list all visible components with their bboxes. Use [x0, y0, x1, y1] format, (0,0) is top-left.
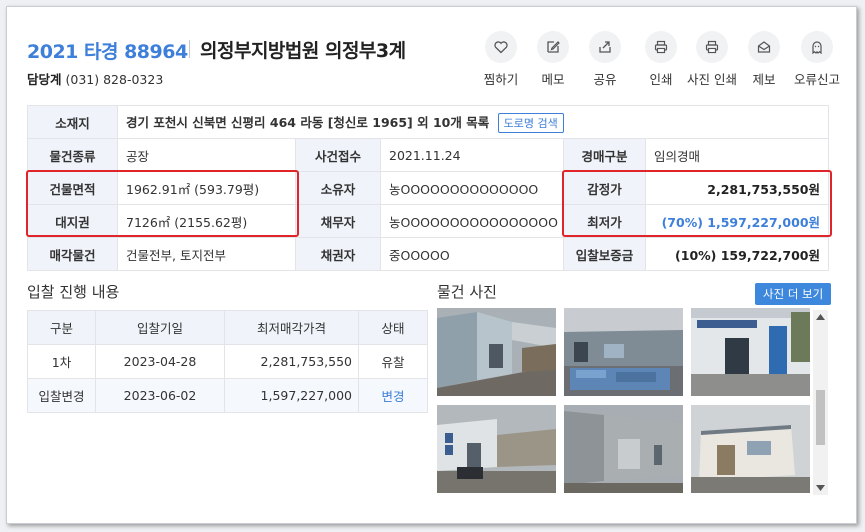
property-photo-6[interactable] — [691, 405, 810, 493]
land-right-value: 7126㎡ (2155.62평) — [117, 204, 296, 238]
photo-print-button[interactable]: 사진 인쇄 — [686, 31, 738, 88]
info-row-type: 물건종류 공장 사건접수 2021.11.24 경매구분 임의경매 — [27, 138, 830, 172]
property-info-table: 소재지 경기 포천시 신북면 신평리 464 라동 [청신로 1965] 외 1… — [27, 105, 830, 271]
case-number: 2021 타경 88964 — [27, 41, 188, 63]
print-label: 인쇄 — [649, 72, 673, 87]
photo-print-label: 사진 인쇄 — [687, 72, 737, 87]
contact-label: 담당계 — [27, 72, 62, 87]
memo-label: 메모 — [541, 72, 565, 87]
received-label: 사건접수 — [295, 138, 381, 172]
favorite-button[interactable]: 찜하기 — [475, 31, 527, 88]
creditor-label: 채권자 — [295, 237, 381, 271]
info-row-location: 소재지 경기 포천시 신북면 신평리 464 라동 [청신로 1965] 외 1… — [27, 105, 830, 139]
chevron-up-icon — [816, 314, 825, 320]
building-area-label: 건물면적 — [27, 171, 118, 205]
scrollbar-thumb[interactable] — [816, 390, 825, 445]
owner-value: 농OOOOOOOOOOOOOO — [380, 171, 564, 205]
debtor-label: 채무자 — [295, 204, 381, 238]
share-label: 공유 — [593, 72, 617, 87]
scroll-down-arrow[interactable] — [813, 481, 828, 495]
bidding-col-round: 구분 — [27, 310, 96, 345]
heart-icon — [494, 41, 508, 54]
deposit-label: 입찰보증금 — [563, 237, 646, 271]
chevron-down-icon — [816, 485, 825, 491]
bid-price: 1,597,227,000 — [224, 378, 359, 413]
location-value: 경기 포천시 신북면 신평리 464 라동 [청신로 1965] 외 10개 목… — [126, 114, 490, 130]
memo-button[interactable]: 메모 — [527, 31, 579, 88]
contact-info: 담당계 (031) 828-0323 — [27, 69, 163, 88]
land-right-label: 대지권 — [27, 204, 118, 238]
min-price-label: 최저가 — [563, 204, 646, 238]
report-icon — [757, 41, 771, 53]
table-row: 입찰변경 2023-06-02 1,597,227,000 변경 — [27, 378, 428, 413]
sale-item-label: 매각물건 — [27, 237, 118, 271]
bid-date: 2023-06-02 — [95, 378, 225, 413]
property-photo-1[interactable] — [437, 308, 556, 396]
error-report-button[interactable]: 오류신고 — [791, 31, 843, 88]
photo-scrollbar[interactable] — [813, 310, 828, 495]
photo-print-icon — [705, 40, 719, 54]
bidding-section-title: 입찰 진행 내용 — [27, 283, 120, 301]
auction-type-value: 임의경매 — [644, 138, 830, 172]
report-button[interactable]: 제보 — [738, 31, 790, 88]
location-label: 소재지 — [27, 105, 118, 139]
print-button[interactable]: 인쇄 — [635, 31, 687, 88]
info-row-building: 건물면적 1962.91㎡ (593.79평) 소유자 농OOOOOOOOOOO… — [27, 171, 830, 205]
property-photo-3[interactable] — [691, 308, 810, 396]
sale-item-value: 건물전부, 토지전부 — [117, 237, 296, 271]
location-cell: 경기 포천시 신북면 신평리 464 라동 [청신로 1965] 외 10개 목… — [116, 105, 830, 139]
auction-type-label: 경매구분 — [563, 138, 646, 172]
appraisal-value: 2,281,753,550원 — [644, 171, 830, 205]
appraisal-label: 감정가 — [563, 171, 646, 205]
bidding-table: 구분 입찰기일 최저매각가격 상태 1차 2023-04-28 2,281,75… — [27, 310, 428, 413]
court-name: 의정부지방법원 의정부3계 — [200, 40, 406, 62]
bid-price: 2,281,753,550 — [224, 344, 359, 379]
type-label: 물건종류 — [27, 138, 118, 172]
info-row-land: 대지권 7126㎡ (2155.62평) 채무자 농OOOOOOOOOOOOOO… — [27, 204, 830, 238]
bid-status: 유찰 — [358, 344, 428, 379]
info-row-sale: 매각물건 건물전부, 토지전부 채권자 중OOOOO 입찰보증금 (10%) 1… — [27, 237, 830, 271]
table-row: 1차 2023-04-28 2,281,753,550 유찰 — [27, 344, 428, 379]
print-icon — [654, 40, 668, 54]
favorite-label: 찜하기 — [483, 72, 519, 87]
bid-date: 2023-04-28 — [95, 344, 225, 379]
bid-round: 입찰변경 — [27, 378, 96, 413]
property-photo-4[interactable] — [437, 405, 556, 493]
road-search-button[interactable]: 도로명 검색 — [497, 112, 564, 133]
bidding-col-status: 상태 — [358, 310, 428, 345]
bidding-col-date: 입찰기일 — [95, 310, 225, 345]
photos-section-title: 물건 사진 — [437, 283, 497, 301]
min-price-value: (70%) 1,597,227,000원 — [644, 204, 830, 238]
type-value: 공장 — [117, 138, 296, 172]
debtor-value: 농OOOOOOOOOOOOOOOO — [380, 204, 564, 238]
property-photo-5[interactable] — [564, 405, 683, 493]
contact-phone: (031) 828-0323 — [65, 72, 164, 87]
bidding-col-price: 최저매각가격 — [224, 310, 359, 345]
auction-detail-panel: 2021 타경 88964 의정부지방법원 의정부3계 담당계 (031) 82… — [6, 6, 857, 524]
share-icon — [599, 41, 611, 53]
received-value: 2021.11.24 — [380, 138, 564, 172]
property-photo-2[interactable] — [564, 308, 683, 396]
building-area-value: 1962.91㎡ (593.79평) — [117, 171, 296, 205]
bid-round: 1차 — [27, 344, 96, 379]
error-report-icon — [812, 41, 822, 55]
share-button[interactable]: 공유 — [579, 31, 631, 88]
owner-label: 소유자 — [295, 171, 381, 205]
more-photos-button[interactable]: 사진 더 보기 — [755, 283, 832, 305]
title-separator — [189, 40, 190, 58]
scroll-up-arrow[interactable] — [813, 310, 828, 324]
memo-icon — [547, 41, 560, 53]
error-report-label: 오류신고 — [793, 72, 840, 87]
bid-status: 변경 — [358, 378, 428, 413]
creditor-value: 중OOOOO — [380, 237, 564, 271]
deposit-value: (10%) 159,722,700원 — [644, 237, 830, 271]
bidding-header-row: 구분 입찰기일 최저매각가격 상태 — [27, 310, 428, 345]
report-label: 제보 — [752, 72, 776, 87]
